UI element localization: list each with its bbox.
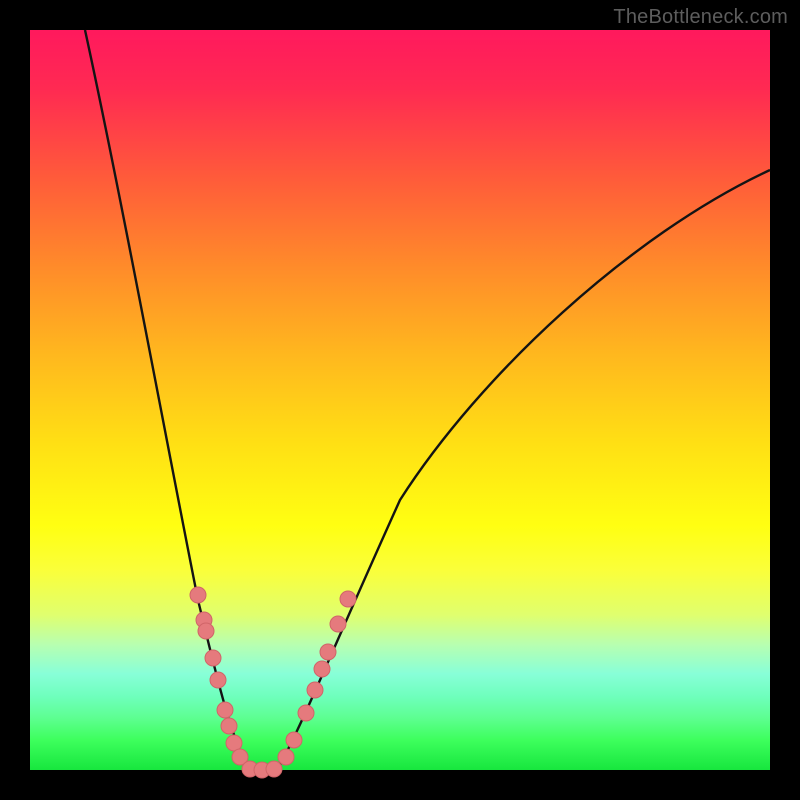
marker-group [190,587,356,778]
marker-dot [320,644,336,660]
marker-dot [286,732,302,748]
watermark-text: TheBottleneck.com [613,6,788,29]
marker-dot [307,682,323,698]
bottleneck-curve-right [278,170,770,768]
bottleneck-curve-left [85,30,248,768]
marker-dot [278,749,294,765]
marker-dot [340,591,356,607]
marker-dot [190,587,206,603]
marker-dot [314,661,330,677]
marker-dot [205,650,221,666]
marker-dot [217,702,233,718]
marker-dot [298,705,314,721]
marker-dot [210,672,226,688]
marker-dot [330,616,346,632]
marker-dot [266,761,282,777]
chart-plot-area [30,30,770,770]
marker-dot [198,623,214,639]
marker-dot [221,718,237,734]
chart-svg [30,30,770,770]
